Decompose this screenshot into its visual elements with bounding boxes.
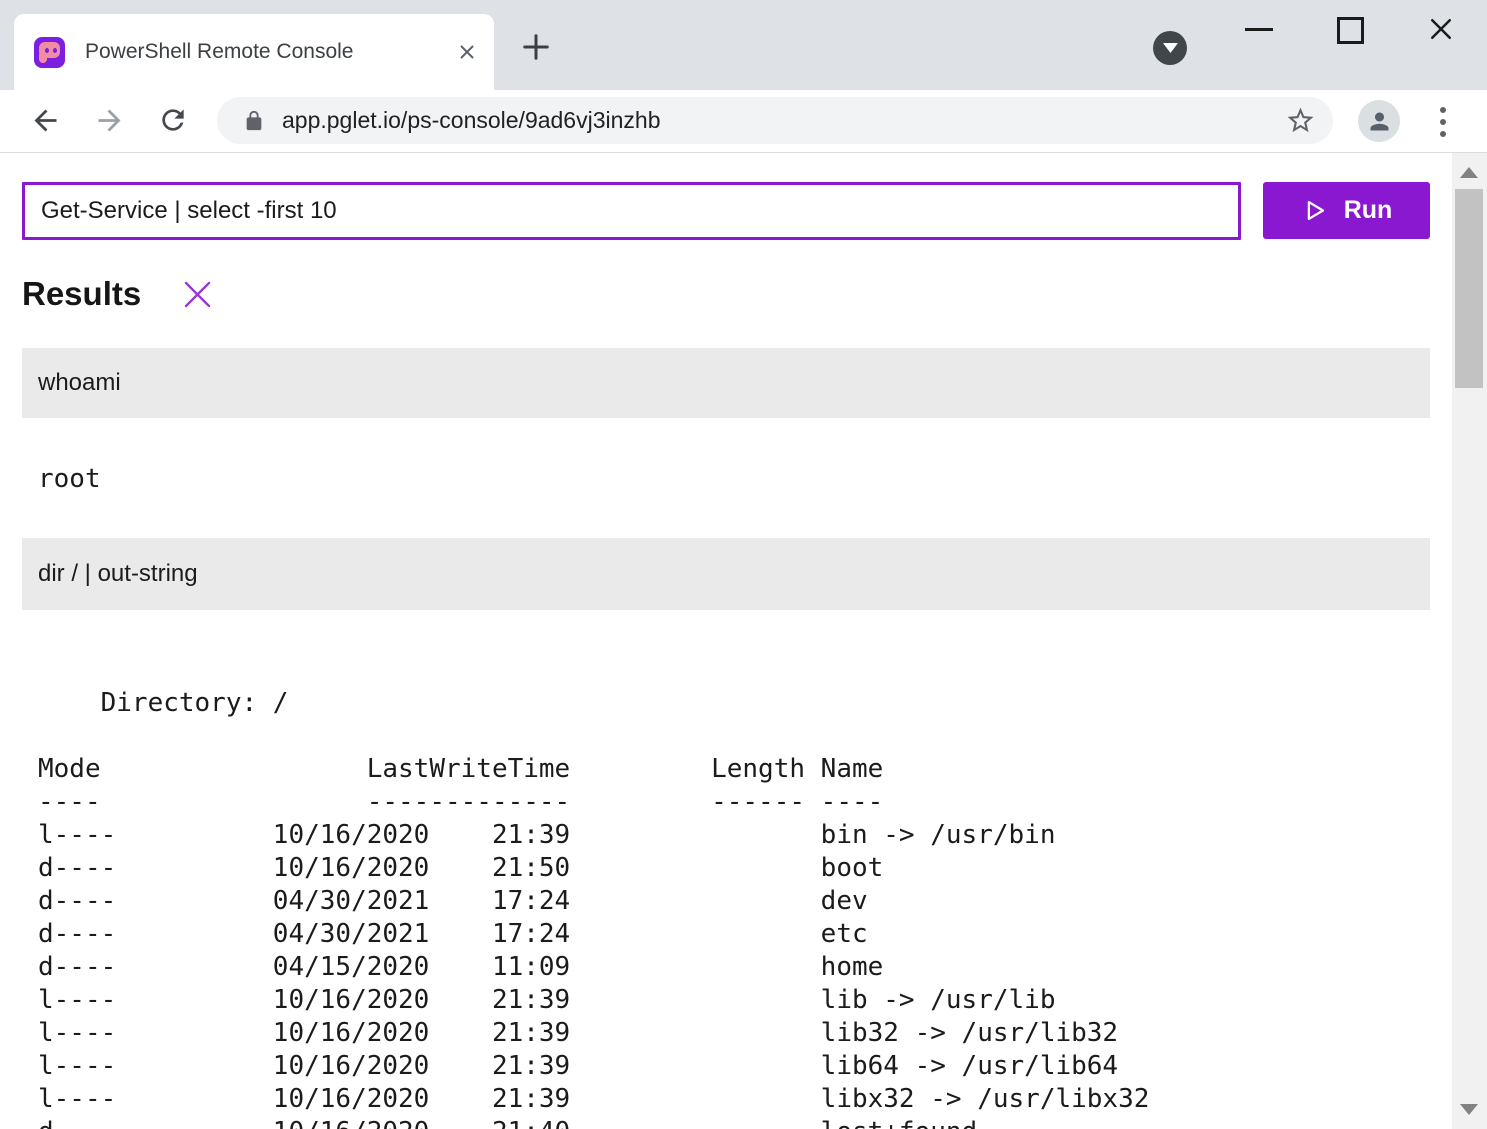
scrollbar-thumb[interactable]: [1455, 189, 1483, 388]
results-close-icon[interactable]: [179, 276, 216, 313]
tab-search-button[interactable]: [1153, 31, 1187, 65]
browser-menu-icon[interactable]: [1440, 107, 1446, 143]
reload-icon[interactable]: [157, 104, 189, 141]
run-button-label: Run: [1344, 196, 1393, 225]
url-text[interactable]: app.pglet.io/ps-console/9ad6vj3inzhb: [282, 107, 661, 134]
page-scrollbar[interactable]: [1452, 153, 1487, 1129]
results-header: Results: [22, 270, 1452, 318]
scroll-up-icon[interactable]: [1460, 167, 1478, 178]
scroll-down-icon[interactable]: [1460, 1104, 1478, 1115]
run-button[interactable]: Run: [1263, 182, 1430, 239]
browser-toolbar: app.pglet.io/ps-console/9ad6vj3inzhb: [0, 90, 1487, 153]
command-history-item: whoami: [22, 348, 1430, 418]
command-input[interactable]: [22, 182, 1241, 240]
tab-title: PowerShell Remote Console: [85, 40, 448, 64]
window-minimize-button[interactable]: [1245, 28, 1273, 31]
window-maximize-button[interactable]: [1337, 17, 1364, 44]
address-bar[interactable]: app.pglet.io/ps-console/9ad6vj3inzhb: [217, 97, 1333, 144]
ps-console-page: Run Results whoami root dir / | out-stri…: [0, 153, 1452, 1129]
bookmark-star-icon[interactable]: [1285, 105, 1316, 141]
command-text: whoami: [38, 369, 121, 397]
tab-close-icon[interactable]: [456, 41, 478, 63]
command-output: root: [38, 463, 1430, 496]
new-tab-button[interactable]: [518, 29, 554, 70]
directory-listing-output: Directory: / Mode LastWriteTime Length N…: [38, 654, 1430, 1129]
tab-strip: PowerShell Remote Console: [0, 0, 1487, 90]
window-close-button[interactable]: [1426, 14, 1456, 49]
browser-tab[interactable]: PowerShell Remote Console: [14, 14, 494, 90]
command-history-item: dir / | out-string: [22, 538, 1430, 610]
pglet-favicon-icon: [34, 37, 65, 68]
lock-icon[interactable]: [243, 110, 265, 132]
back-icon[interactable]: [29, 104, 62, 142]
profile-avatar[interactable]: [1358, 100, 1400, 142]
command-text: dir / | out-string: [38, 560, 198, 588]
play-icon: [1301, 197, 1328, 224]
forward-icon[interactable]: [93, 104, 126, 142]
command-row: Run: [22, 182, 1430, 240]
results-title: Results: [22, 275, 141, 313]
